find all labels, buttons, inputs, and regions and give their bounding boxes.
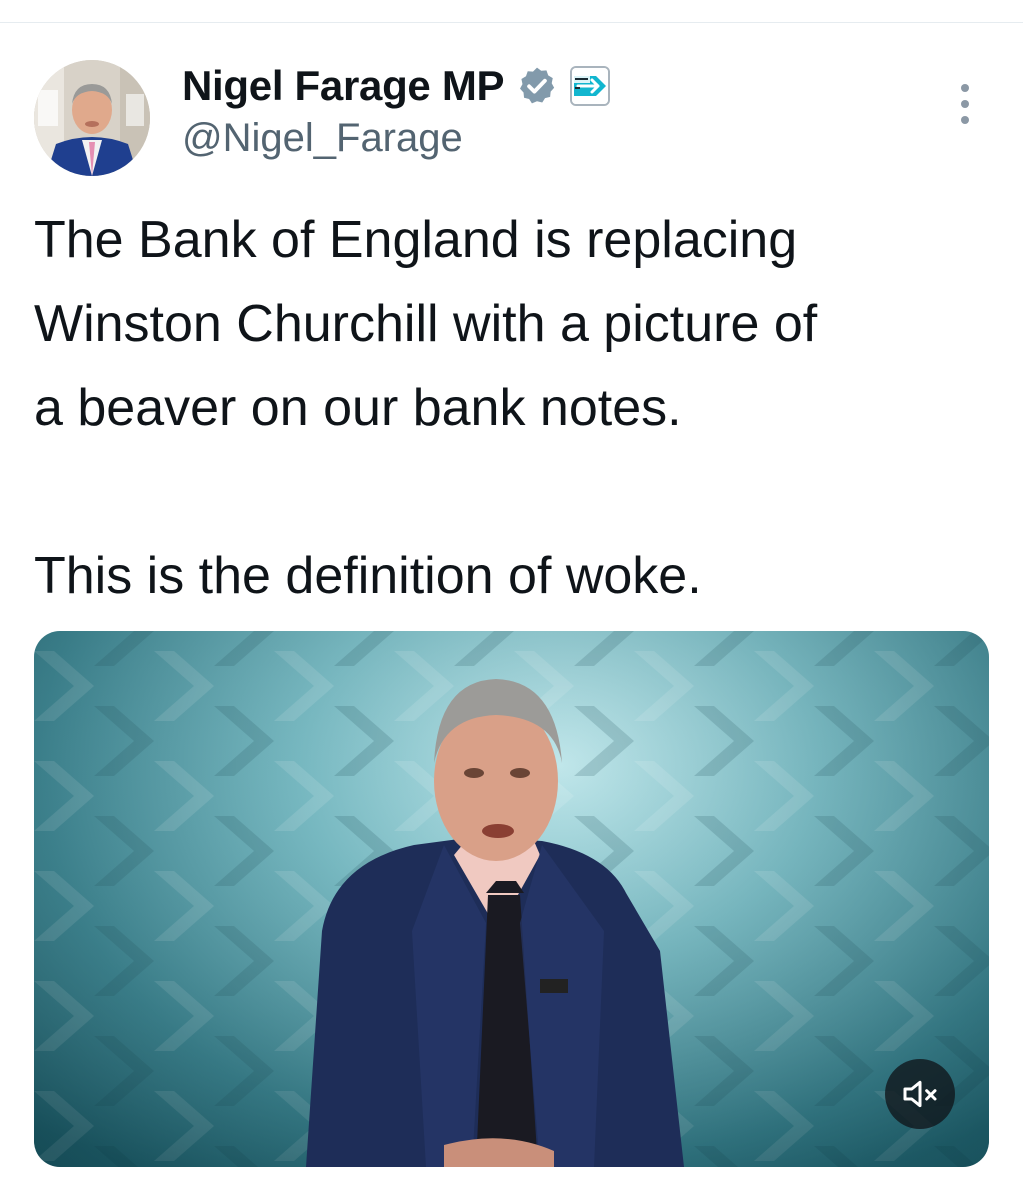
reform-uk-logo[interactable] (570, 66, 611, 106)
divider (0, 22, 1023, 23)
tweet-text-line: a beaver on our bank notes. (34, 379, 682, 437)
dot-icon (961, 100, 969, 108)
tweet-screen: Nigel Farage MP @Nigel_Farage The Bank o… (0, 0, 1023, 1200)
dot-icon (961, 116, 969, 124)
more-options-button[interactable] (950, 84, 980, 124)
dot-icon (961, 84, 969, 92)
speaker-muted-icon (903, 1080, 937, 1108)
avatar-photo (34, 60, 150, 176)
author-display-name[interactable]: Nigel Farage MP (182, 62, 505, 110)
avatar[interactable] (34, 60, 150, 176)
author-handle[interactable]: @Nigel_Farage (182, 116, 463, 161)
mute-toggle-button[interactable] (885, 1059, 955, 1129)
tweet-text: The Bank of England is replacing Winston… (34, 198, 994, 618)
author-name-row: Nigel Farage MP (182, 56, 611, 116)
tweet-text-line: The Bank of England is replacing (34, 211, 798, 269)
tweet-text-line: This is the definition of woke. (34, 547, 702, 605)
tweet-video[interactable] (34, 631, 989, 1167)
verified-badge-icon[interactable] (516, 65, 558, 107)
tweet-text-line: Winston Churchill with a picture of (34, 295, 818, 353)
video-frame (34, 631, 989, 1167)
